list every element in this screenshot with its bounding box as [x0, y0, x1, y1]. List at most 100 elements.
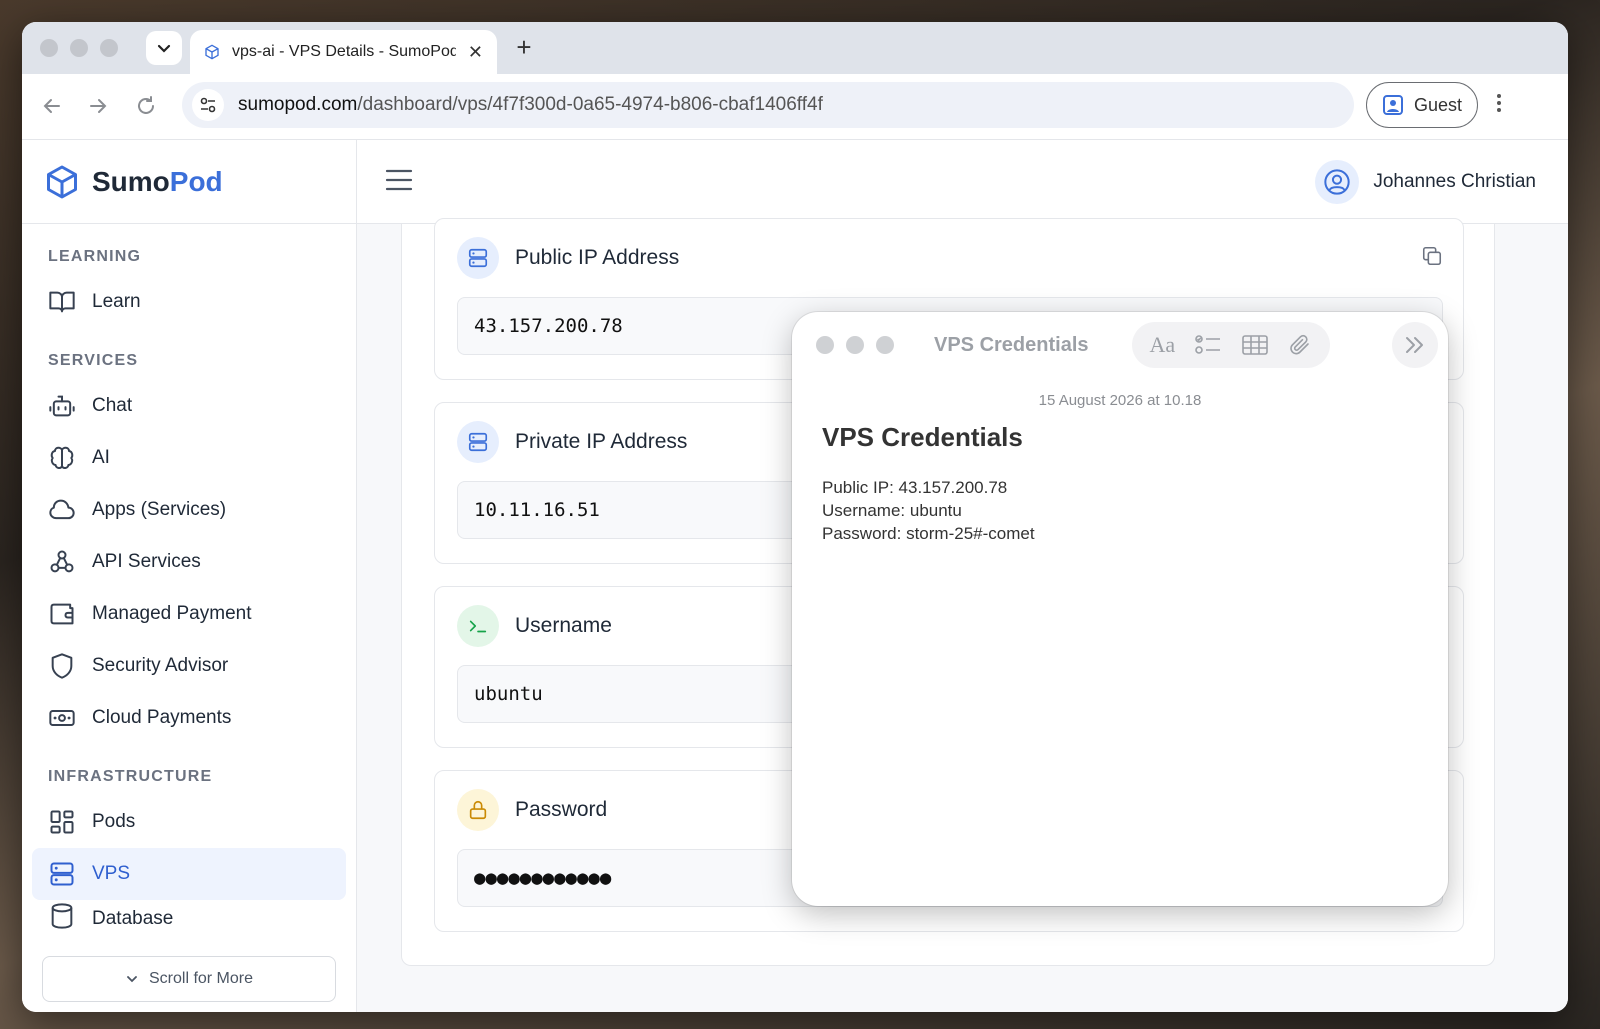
nav-section-learning: LEARNING [48, 248, 142, 265]
note-body[interactable]: Public IP: 43.157.200.78 Username: ubunt… [822, 476, 1035, 545]
cube-logo-icon [47, 165, 77, 198]
sidebar-item-label: Database [92, 908, 174, 929]
scroll-for-more-button[interactable]: Scroll for More [42, 956, 336, 1002]
sidebar-item-managed-payment[interactable]: Managed Payment [32, 588, 346, 640]
sidebar-item-chat[interactable]: Chat [32, 380, 346, 432]
notes-window-controls [816, 336, 894, 354]
sidebar-item-label: Learn [92, 291, 141, 312]
double-chevron-right-icon [1406, 337, 1423, 353]
field-header: Password [457, 789, 607, 831]
grid-icon [50, 810, 74, 834]
new-tab-button[interactable]: + [508, 32, 540, 63]
arrow-right-icon [90, 99, 107, 113]
sidebar: SumoPod LEARNING Learn SERVICES Chat AI [22, 140, 357, 1012]
minimize-window-button[interactable] [70, 39, 88, 57]
tab-strip: vps-ai - VPS Details - SumoPod ✕ + [22, 22, 1568, 74]
tab-title: vps-ai - VPS Details - SumoPod [232, 43, 456, 60]
person-badge-icon [1382, 95, 1403, 115]
table-icon[interactable] [1241, 333, 1269, 357]
back-button[interactable] [40, 95, 64, 123]
profile-button[interactable]: Guest [1366, 82, 1478, 128]
field-label: Username [515, 614, 612, 637]
notes-window-title: VPS Credentials [934, 334, 1089, 356]
sidebar-item-learn[interactable]: Learn [32, 276, 346, 328]
sidebar-item-label: Managed Payment [92, 603, 252, 624]
note-date: 15 August 2026 at 10.18 [1038, 392, 1202, 409]
copy-button[interactable] [1421, 245, 1443, 272]
tune-icon [200, 97, 216, 113]
maximize-window-button[interactable] [100, 39, 118, 57]
user-menu[interactable]: Johannes Christian [1315, 160, 1536, 204]
banknote-icon [49, 710, 75, 726]
forward-button[interactable] [86, 95, 110, 123]
url-text: sumopod.com/dashboard/vps/4f7f300d-0a65-… [238, 94, 823, 116]
sidebar-item-api-services[interactable]: API Services [32, 536, 346, 588]
note-line: Username: ubuntu [822, 501, 962, 520]
database-icon [51, 903, 73, 929]
hamburger-icon [385, 169, 413, 191]
sidebar-item-vps[interactable]: VPS [32, 848, 346, 900]
paperclip-icon[interactable] [1288, 333, 1312, 357]
tab-search-button[interactable] [146, 31, 182, 65]
avatar [1315, 160, 1360, 204]
chevron-down-icon [157, 44, 171, 53]
url-path: /dashboard/vps/4f7f300d-0a65-4974-b806-c… [357, 94, 823, 115]
copy-icon [1422, 246, 1442, 266]
menu-toggle-button[interactable] [385, 168, 413, 197]
field-icon-badge [457, 789, 499, 831]
notes-window: VPS Credentials Aa 15 August 2026 at 10.… [792, 312, 1448, 906]
notes-minimize-button[interactable] [846, 336, 864, 354]
sidebar-item-security-advisor[interactable]: Security Advisor [32, 640, 346, 692]
field-icon-badge [457, 605, 499, 647]
url-domain: sumopod.com [238, 94, 358, 115]
profile-label: Guest [1413, 94, 1463, 115]
field-icon-badge [457, 237, 499, 279]
scroll-for-more-label: Scroll for More [148, 970, 254, 987]
notes-toolbar: Aa [1132, 322, 1330, 368]
sidebar-item-ai[interactable]: AI [32, 432, 346, 484]
field-label: Password [515, 798, 608, 821]
user-name: Johannes Christian [1373, 171, 1536, 192]
notes-more-button[interactable] [1392, 322, 1438, 368]
checklist-icon[interactable] [1194, 333, 1222, 357]
sidebar-nav: LEARNING Learn SERVICES Chat AI Apps (Se… [22, 224, 356, 930]
brand[interactable]: SumoPod [22, 140, 356, 224]
address-bar[interactable]: sumopod.com/dashboard/vps/4f7f300d-0a65-… [182, 82, 1354, 128]
format-text-button[interactable]: Aa [1150, 332, 1176, 358]
sidebar-item-label: Security Advisor [92, 655, 229, 676]
close-window-button[interactable] [40, 39, 58, 57]
sidebar-item-label: Chat [92, 395, 133, 416]
cloud-icon [49, 499, 75, 520]
sidebar-item-cloud-payments[interactable]: Cloud Payments [32, 692, 346, 744]
sidebar-item-pods[interactable]: Pods [32, 796, 346, 848]
more-vertical-icon [1497, 94, 1501, 112]
sidebar-item-label: API Services [92, 551, 201, 572]
sidebar-item-label: Pods [92, 811, 136, 832]
note-heading[interactable]: VPS Credentials [822, 422, 1023, 453]
brand-name-part2: Pod [169, 165, 223, 197]
wallet-icon [50, 603, 74, 625]
webhook-icon [50, 550, 74, 573]
field-label: Public IP Address [515, 246, 680, 269]
notes-maximize-button[interactable] [876, 336, 894, 354]
cube-favicon-icon [205, 44, 219, 60]
notes-close-button[interactable] [816, 336, 834, 354]
lock-icon [469, 800, 487, 820]
server-icon [468, 248, 488, 268]
tab-active[interactable]: vps-ai - VPS Details - SumoPod ✕ [190, 30, 497, 74]
field-icon-badge [457, 421, 499, 463]
note-line: Password: storm-25#-comet [822, 524, 1035, 543]
browser-menu-button[interactable] [1496, 92, 1502, 120]
close-tab-icon[interactable]: ✕ [468, 42, 483, 63]
sidebar-item-database[interactable]: Database [32, 900, 346, 930]
sidebar-item-label: VPS [92, 863, 131, 884]
browser-toolbar: sumopod.com/dashboard/vps/4f7f300d-0a65-… [22, 74, 1568, 140]
note-line: Public IP: 43.157.200.78 [822, 478, 1008, 497]
sidebar-item-apps[interactable]: Apps (Services) [32, 484, 346, 536]
top-header: Johannes Christian [357, 140, 1568, 224]
arrow-left-icon [43, 99, 60, 113]
brand-name: SumoPod [92, 166, 223, 198]
reload-button[interactable] [134, 95, 158, 123]
user-circle-icon [1324, 169, 1351, 195]
site-info-button[interactable] [192, 89, 224, 121]
